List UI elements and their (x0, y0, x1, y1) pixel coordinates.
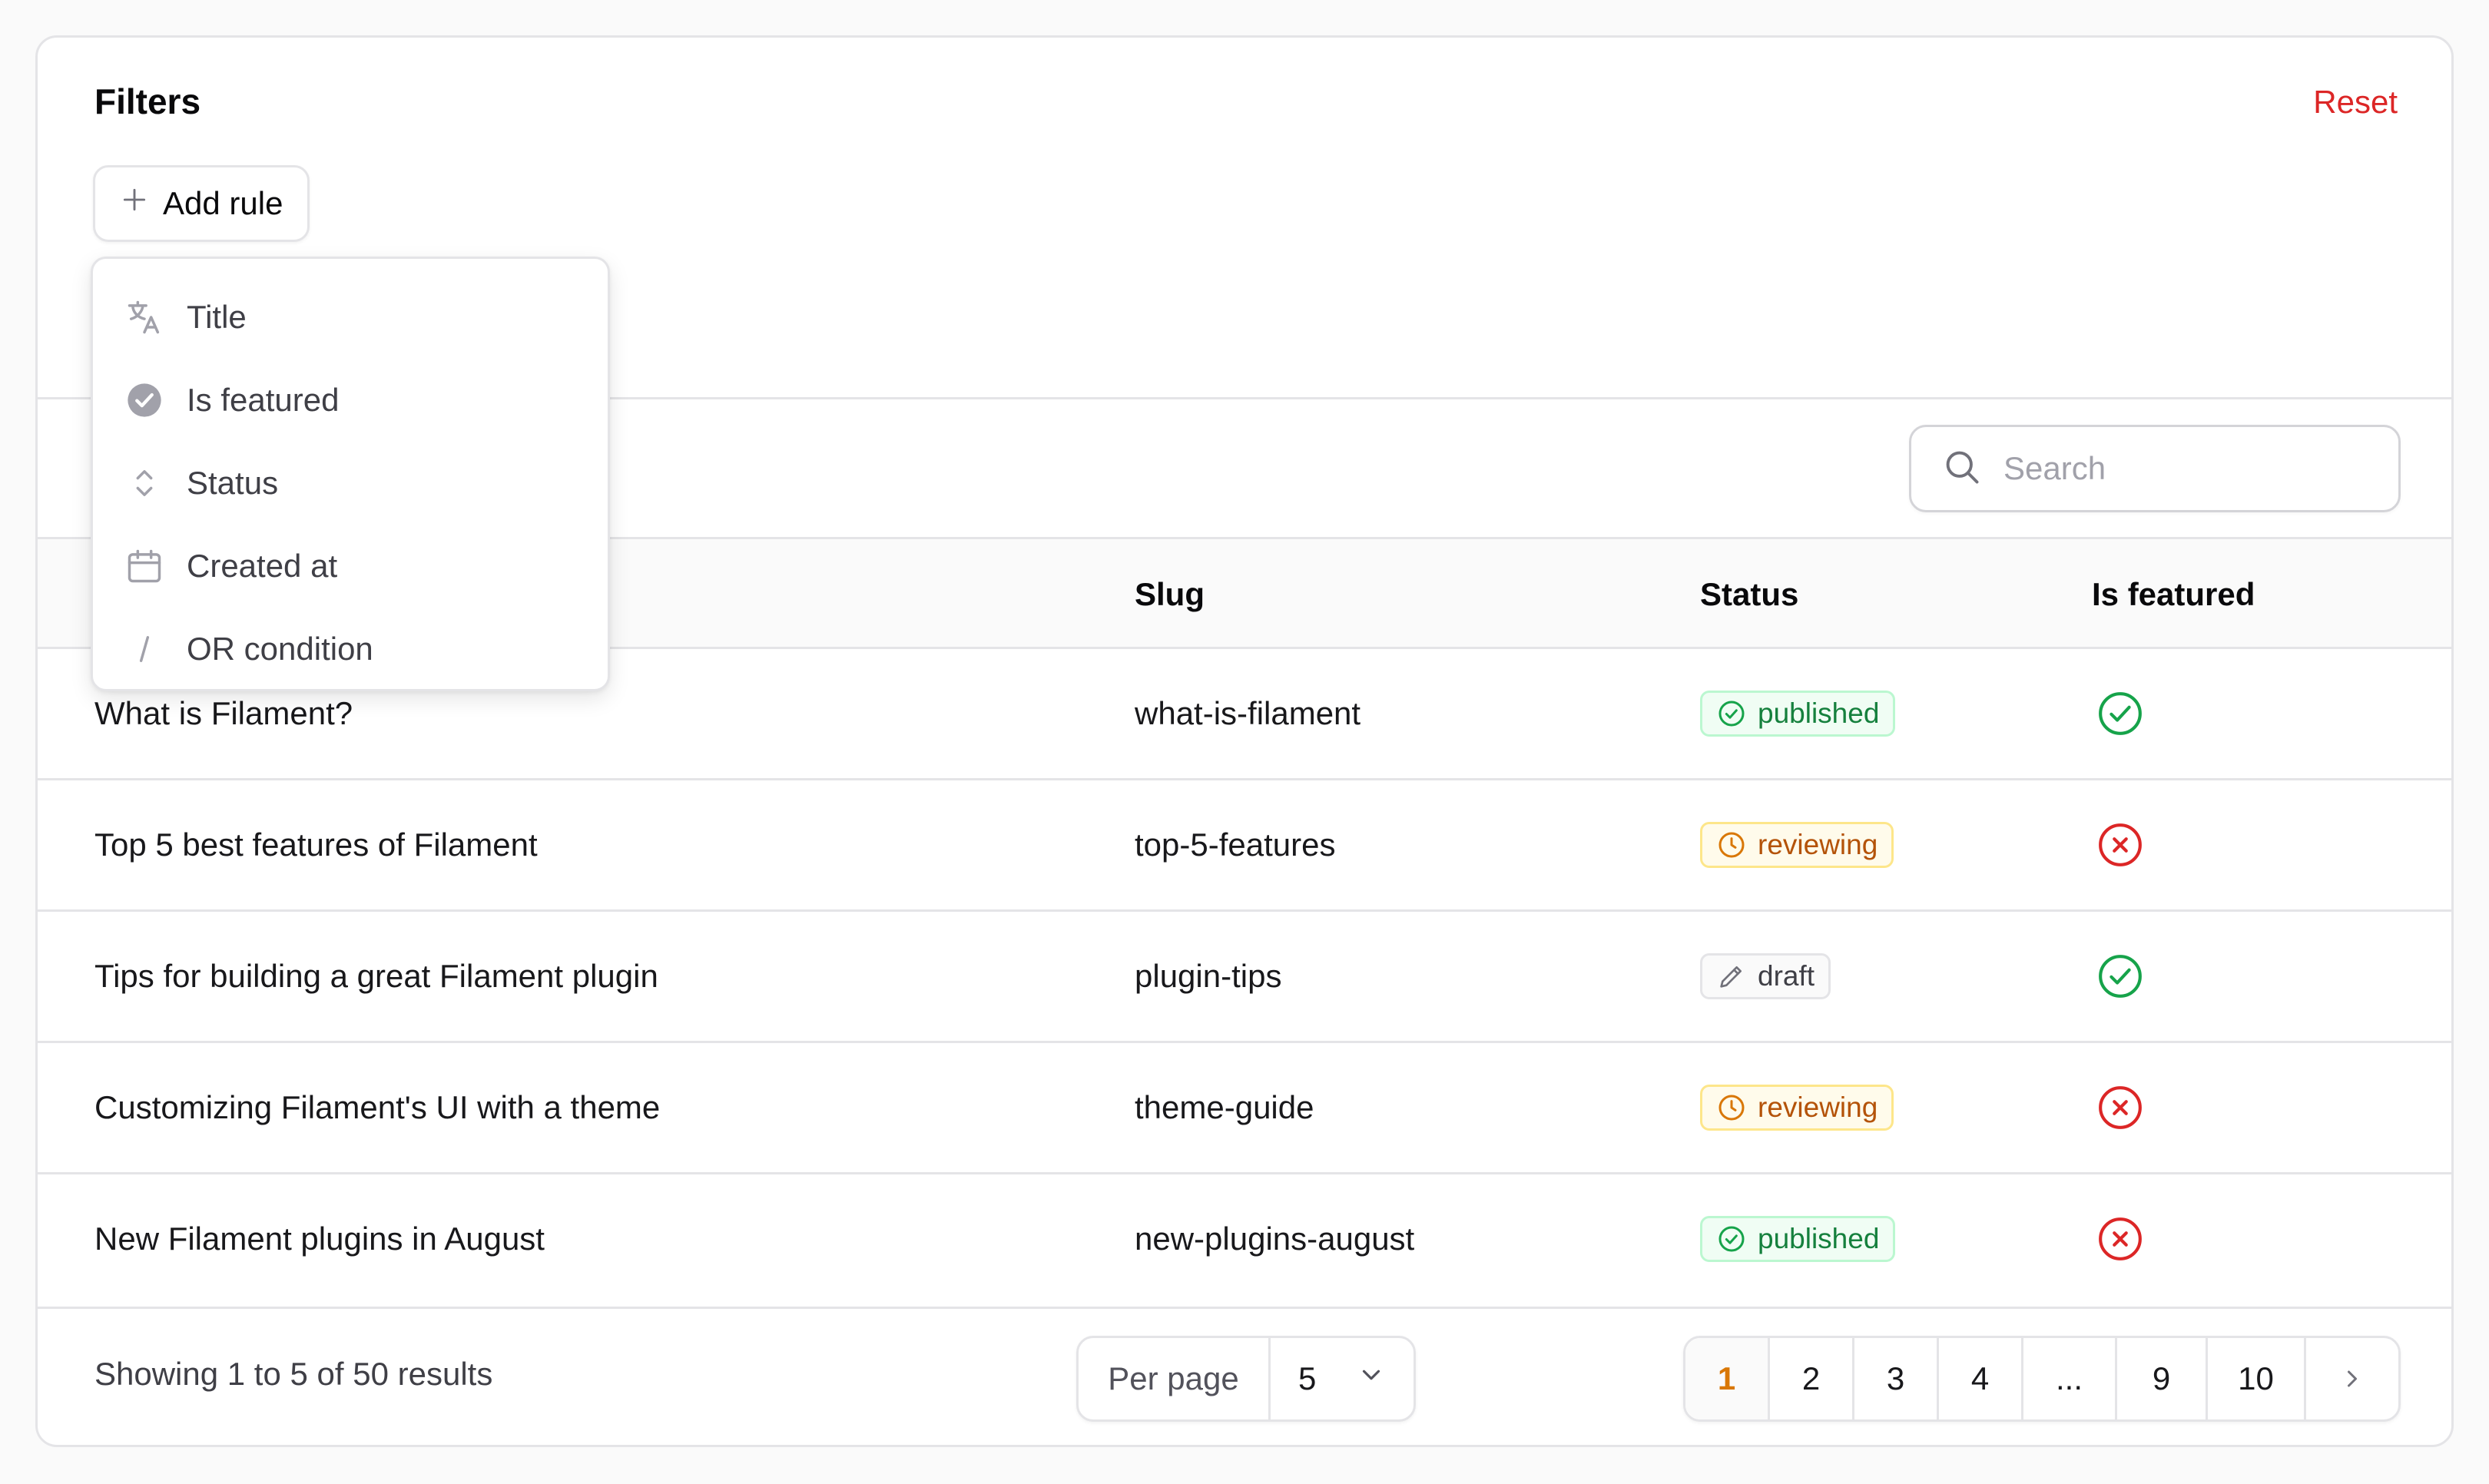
cell-slug: theme-guide (1135, 1089, 1314, 1125)
status-badge: published (1700, 691, 1896, 737)
not-featured-x-icon (2096, 1174, 2144, 1303)
footer-divider (38, 1307, 2451, 1309)
page-button-10[interactable]: 10 (2208, 1338, 2306, 1419)
page-button-2[interactable]: 2 (1770, 1338, 1854, 1419)
cell-title: Top 5 best features of Filament (94, 826, 538, 863)
per-page-value: 5 (1298, 1360, 1317, 1396)
featured-check-icon (2096, 912, 2144, 1041)
status-badge: reviewing (1700, 1085, 1894, 1131)
cell-slug: what-is-filament (1135, 695, 1361, 731)
status-badge-label: published (1758, 697, 1880, 729)
search-icon (1942, 447, 1982, 491)
check-circle-icon (1716, 1224, 1747, 1254)
status-badge-label: reviewing (1758, 1091, 1878, 1123)
cell-status: draft (1700, 912, 1831, 1041)
cell-slug: new-plugins-august (1135, 1221, 1415, 1257)
results-summary: Showing 1 to 5 of 50 results (94, 1356, 493, 1392)
rule-option-label: Created at (187, 548, 338, 584)
table-row[interactable]: Customizing Filament's UI with a theme th… (38, 1043, 2451, 1174)
clock-icon (1716, 1092, 1747, 1123)
search-box[interactable] (1909, 425, 2401, 512)
rule-option-title[interactable]: Title (93, 276, 608, 359)
add-rule-label: Add rule (163, 185, 283, 221)
status-badge: reviewing (1700, 822, 1894, 868)
table-row[interactable]: Top 5 best features of Filament top-5-fea… (38, 780, 2451, 912)
slash-icon (124, 628, 165, 670)
page-button-1[interactable]: 1 (1685, 1338, 1770, 1419)
column-header-is-featured[interactable]: Is featured (2092, 576, 2255, 613)
rule-option-is-featured[interactable]: Is featured (93, 359, 608, 442)
cell-title: Customizing Filament's UI with a theme (94, 1089, 661, 1125)
next-page-button[interactable] (2306, 1338, 2398, 1419)
language-icon (124, 296, 165, 338)
per-page-control: Per page 5 (1076, 1336, 1416, 1422)
rule-option-label: Title (187, 299, 247, 335)
featured-check-icon (2096, 649, 2144, 778)
column-header-slug[interactable]: Slug (1135, 576, 1205, 613)
check-circle-icon (1716, 698, 1747, 729)
rule-option-status[interactable]: Status (93, 442, 608, 525)
check-circle-icon (124, 379, 165, 421)
pencil-icon (1716, 961, 1747, 992)
page-ellipsis: ... (2023, 1338, 2117, 1419)
status-badge-label: published (1758, 1223, 1880, 1254)
column-header-status[interactable]: Status (1700, 576, 1798, 613)
reset-link[interactable]: Reset (2313, 84, 2398, 121)
cell-status: published (1700, 1174, 1896, 1303)
table-card: Filters Reset Add rule Slug Status Is fe… (35, 35, 2454, 1447)
cell-status: reviewing (1700, 1043, 1894, 1172)
rule-option-label: Status (187, 465, 279, 501)
add-rule-menu: Title Is featured Status Created at OR condi… (91, 257, 610, 691)
status-badge-label: reviewing (1758, 829, 1878, 860)
filters-title: Filters (94, 81, 201, 121)
plus-icon (120, 185, 149, 222)
per-page-label: Per page (1079, 1338, 1271, 1419)
page-button-9[interactable]: 9 (2117, 1338, 2208, 1419)
pagination: 1 2 3 4... 9 10 (1683, 1336, 2401, 1422)
status-badge: draft (1700, 953, 1831, 999)
cell-status: published (1700, 649, 1896, 778)
cell-slug: plugin-tips (1135, 958, 1282, 994)
cell-status: reviewing (1700, 780, 1894, 909)
not-featured-x-icon (2096, 780, 2144, 909)
page-button-4[interactable]: 4 (1939, 1338, 2023, 1419)
search-input[interactable] (2003, 450, 2326, 487)
add-rule-button[interactable]: Add rule (93, 165, 310, 242)
clock-icon (1716, 830, 1747, 860)
rule-option-label: Is featured (187, 382, 340, 418)
calendar-icon (124, 545, 165, 587)
rule-option-label: OR condition (187, 631, 373, 667)
cell-slug: top-5-features (1135, 826, 1336, 863)
rule-option-or-condition[interactable]: OR condition (93, 608, 608, 691)
chevron-up-down-icon (124, 462, 165, 504)
table-row[interactable]: New Filament plugins in August new-plugin… (38, 1174, 2451, 1306)
cell-title: Tips for building a great Filament plugi… (94, 958, 658, 994)
cell-title: New Filament plugins in August (94, 1221, 545, 1257)
rule-option-created-at[interactable]: Created at (93, 525, 608, 608)
not-featured-x-icon (2096, 1043, 2144, 1172)
status-badge: published (1700, 1216, 1896, 1262)
table-row[interactable]: Tips for building a great Filament plugi… (38, 912, 2451, 1043)
chevron-right-icon (2338, 1365, 2366, 1393)
per-page-select[interactable]: 5 (1271, 1338, 1414, 1419)
status-badge-label: draft (1758, 960, 1815, 992)
page-button-3[interactable]: 3 (1854, 1338, 1939, 1419)
chevron-down-icon (1357, 1360, 1386, 1397)
